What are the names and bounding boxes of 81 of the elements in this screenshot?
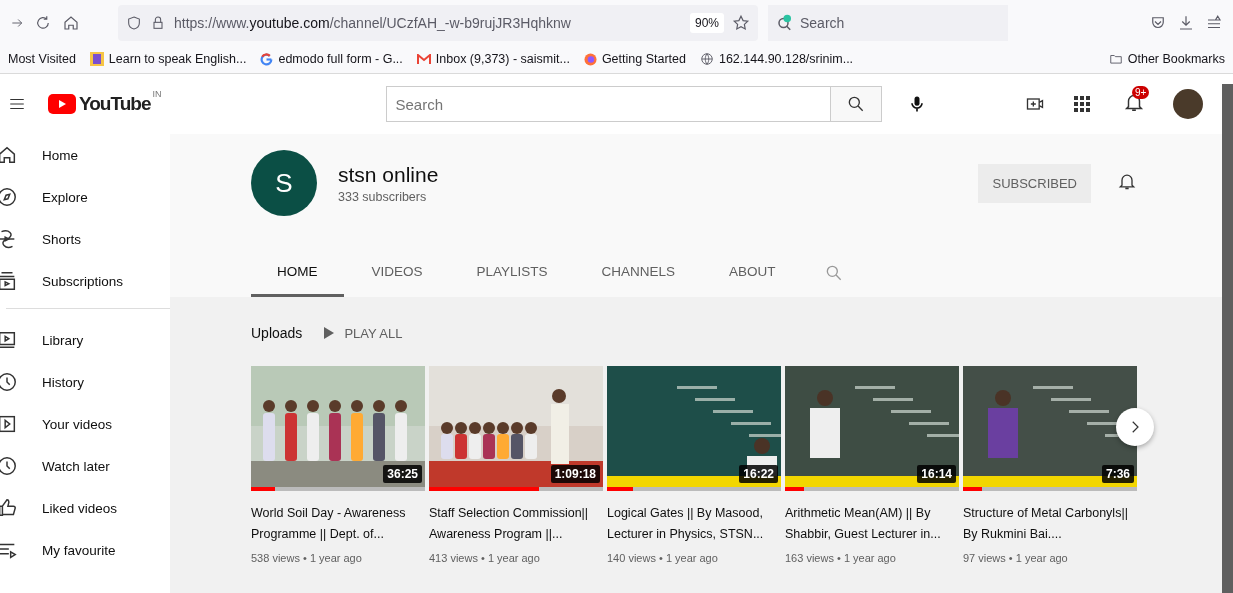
sidebar-item[interactable]: Home [0,134,170,176]
sidebar-item[interactable]: Explore [0,176,170,218]
library-icon [0,329,18,351]
thumbs-up-icon [0,497,18,519]
sidebar-item[interactable]: Shorts [0,218,170,260]
shield-icon [126,14,142,31]
video-duration: 16:22 [739,465,778,483]
notification-badge: 9+ [1132,86,1150,99]
firefox-icon [583,52,597,66]
video-icon [0,413,18,435]
bookmark-item[interactable]: 162.144.90.128/srinim... [699,52,854,66]
folder-icon [1108,52,1123,66]
video-thumbnail[interactable]: 16:22 [607,366,781,491]
search-field[interactable]: Search [386,86,832,122]
download-icon [1177,13,1195,32]
bookmark-item[interactable]: edmodo full form - G... [260,52,403,66]
bookmark-item[interactable]: Getting Started [583,52,686,66]
lock-icon [150,14,166,31]
video-title[interactable]: Structure of Metal Carbonyls|| By Rukmini Bai.... [963,503,1137,545]
url-field[interactable]: https://www.youtube.com/channel/UCzfAH_-w-b9rujJR3Hqhknw [174,14,682,31]
channel-name: stsn online [338,162,439,187]
video-thumbnail[interactable]: 16:14 [785,366,959,491]
play-icon [324,327,335,339]
clock-icon [0,455,18,477]
video-meta: 97 views • 1 year ago [963,552,1069,564]
video-thumbnail[interactable]: 36:25 [251,366,425,491]
zoom-level[interactable]: 90% [689,12,724,33]
search-icon [776,13,794,32]
video-title[interactable]: World Soil Day - Awareness Programme || Dept. of... [251,503,425,545]
bookmark-item[interactable]: Other Bookmarks [1108,52,1225,66]
star-icon [732,13,750,32]
channel-tab[interactable]: VIDEOS [345,249,449,297]
book-icon [89,52,104,66]
video-duration: 16:14 [917,465,956,483]
next-button[interactable] [1116,408,1154,446]
channel-avatar: S [251,150,317,216]
play-all-button[interactable]: PLAY ALL [324,325,403,341]
video-meta: 163 views • 1 year ago [785,552,897,564]
video-title[interactable]: Arithmetic Mean(AM) || By Shabbir, Guest Lecturer in... [785,503,959,545]
compass-icon [0,186,18,208]
video-title[interactable]: Staff Selection Commission|| Awareness Program ||... [429,503,603,545]
avatar[interactable] [1173,89,1203,119]
video-thumbnail[interactable]: 1:09:18 [429,366,603,491]
google-icon [260,52,274,66]
bookmark-item[interactable]: Inbox (9,373) - saismit... [416,52,570,66]
video-meta: 140 views • 1 year ago [607,552,719,564]
channel-tab[interactable]: HOME [251,249,344,297]
video-title[interactable]: Logical Gates || By Masood, Lecturer in Physics, STSN... [607,503,781,545]
sidebar-item[interactable]: Liked videos [0,487,170,529]
sidebar-item[interactable]: Your videos [0,403,170,445]
channel-tab[interactable]: CHANNELS [575,249,702,297]
mail-icon [416,53,431,65]
sidebar-item[interactable]: Library [0,319,170,361]
sidebar-item[interactable]: Subscriptions [0,260,170,302]
video-meta: 538 views • 1 year ago [251,552,363,564]
subscriber-count: 333 subscribers [338,189,428,204]
globe-icon [699,52,714,66]
video-duration: 7:36 [1101,465,1134,483]
channel-tab[interactable]: PLAYLISTS [450,249,574,297]
sidebar-item[interactable]: My favourite [0,529,170,571]
youtube-logo[interactable]: YouTube [48,93,151,115]
bookmark-item[interactable]: Most Visited [8,52,76,66]
sidebar-item[interactable]: Watch later [0,445,170,487]
search-field[interactable]: Search [768,4,1008,41]
country-code: IN [152,89,162,99]
subscriptions-icon [0,270,18,292]
bookmark-item[interactable]: Learn to speak English... [89,52,247,66]
video-thumbnail[interactable]: 7:36 [963,366,1137,491]
video-meta: 413 views • 1 year ago [429,552,541,564]
video-duration: 36:25 [383,465,422,483]
history-icon [0,371,18,393]
search-button[interactable] [831,86,883,122]
subscribe-button[interactable]: SUBSCRIBED [978,163,1091,203]
apps-icon[interactable] [1073,95,1091,113]
scrollbar[interactable] [1222,84,1233,593]
reload-icon [34,13,52,32]
sidebar-item[interactable]: History [0,361,170,403]
section-title: Uploads [251,325,303,341]
home-icon [0,144,18,166]
channel-tab[interactable]: ABOUT [703,249,802,297]
video-duration: 1:09:18 [550,465,600,483]
